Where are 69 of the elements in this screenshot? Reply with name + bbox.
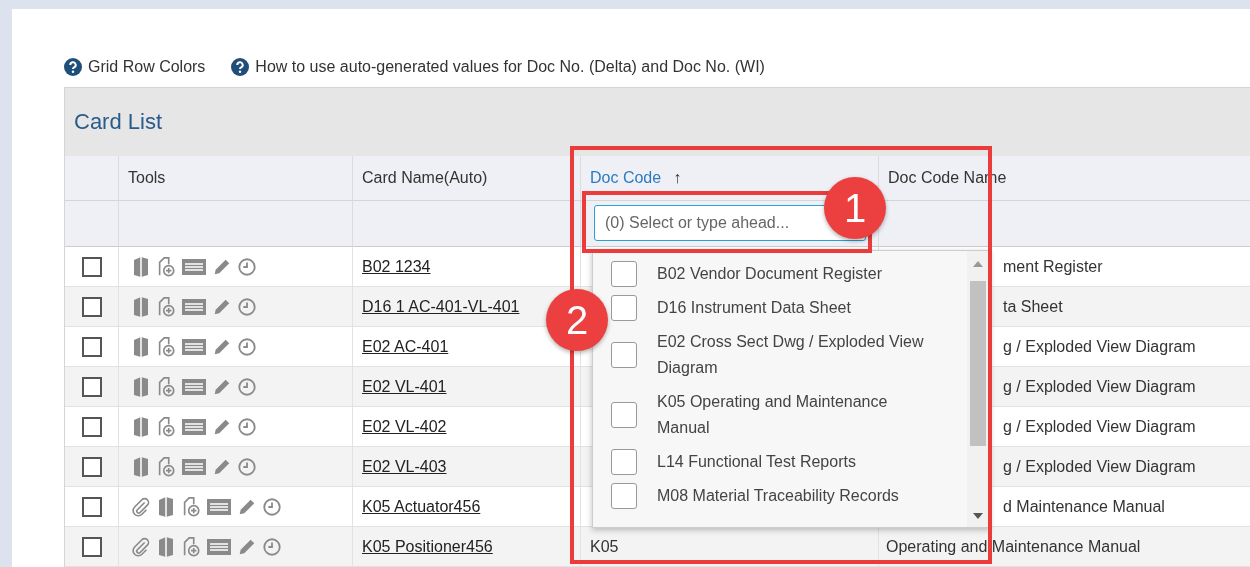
- table-cell: Operating and Maintenance Manual: [879, 527, 1250, 567]
- panel-title: Card List: [74, 109, 163, 135]
- help-icon[interactable]: [64, 58, 82, 76]
- row-checkbox[interactable]: [81, 536, 102, 557]
- document-add-icon[interactable]: [181, 535, 201, 558]
- card-name-link[interactable]: K05 Actuator456: [362, 497, 481, 516]
- book-icon[interactable]: [131, 295, 151, 318]
- book-icon[interactable]: [131, 375, 151, 398]
- dropdown-option[interactable]: L14 Functional Test Reports: [611, 445, 967, 479]
- card-name-link[interactable]: E02 VL-402: [362, 417, 447, 436]
- clock-icon[interactable]: [237, 415, 257, 438]
- column-header[interactable]: Card Name(Auto): [353, 156, 581, 201]
- document-add-icon[interactable]: [156, 375, 176, 398]
- document-add-icon[interactable]: [156, 255, 176, 278]
- document-add-icon[interactable]: [156, 335, 176, 358]
- option-checkbox[interactable]: [611, 342, 637, 368]
- row-checkbox[interactable]: [81, 376, 102, 397]
- option-checkbox[interactable]: [611, 261, 637, 287]
- dropdown-option[interactable]: E02 Cross Sect Dwg / Exploded View Diagram: [611, 325, 967, 385]
- row-checkbox[interactable]: [81, 336, 102, 357]
- dropdown-option[interactable]: B02 Vendor Document Register: [611, 257, 967, 291]
- row-checkbox[interactable]: [81, 256, 102, 277]
- row-checkbox[interactable]: [81, 456, 102, 477]
- clock-icon[interactable]: [237, 375, 257, 398]
- option-label: L14 Functional Test Reports: [657, 452, 856, 472]
- row-checkbox[interactable]: [81, 416, 102, 437]
- help-icon[interactable]: [231, 58, 250, 76]
- card-name-link[interactable]: E02 VL-403: [362, 457, 447, 476]
- clock-icon[interactable]: [237, 455, 257, 478]
- option-label: M08 Material Traceability Records: [657, 486, 899, 506]
- clock-icon[interactable]: [237, 295, 257, 318]
- option-label: E02 Cross Sect Dwg / Exploded View Diagram: [657, 332, 925, 378]
- clock-icon[interactable]: [262, 495, 282, 518]
- row-checkbox[interactable]: [81, 296, 102, 317]
- option-label: K05 Operating and Maintenance Manual: [657, 392, 889, 438]
- book-icon[interactable]: [131, 455, 151, 478]
- book-icon[interactable]: [156, 535, 176, 558]
- option-label: B02 Vendor Document Register: [657, 264, 882, 284]
- paperclip-icon[interactable]: [131, 535, 151, 558]
- document-add-icon[interactable]: [156, 455, 176, 478]
- dropdown-option[interactable]: K05 Operating and Maintenance Manual: [611, 385, 967, 445]
- dropdown-option[interactable]: M08 Material Traceability Records: [611, 479, 967, 513]
- book-icon[interactable]: [131, 415, 151, 438]
- card-name-link[interactable]: E02 VL-401: [362, 377, 447, 396]
- option-checkbox[interactable]: [611, 402, 637, 428]
- option-checkbox[interactable]: [611, 449, 637, 475]
- column-header[interactable]: Tools: [119, 156, 353, 201]
- clock-icon[interactable]: [237, 255, 257, 278]
- help-link[interactable]: Grid Row Colors: [88, 58, 206, 76]
- card-name-link[interactable]: B02 1234: [362, 257, 431, 276]
- book-icon[interactable]: [131, 255, 151, 278]
- book-icon[interactable]: [131, 335, 151, 358]
- paperclip-icon[interactable]: [131, 495, 151, 518]
- scrollbar[interactable]: [967, 251, 989, 527]
- card-name-link[interactable]: E02 AC-401: [362, 337, 449, 356]
- clock-icon[interactable]: [237, 335, 257, 358]
- clock-icon[interactable]: [262, 535, 282, 558]
- document-add-icon[interactable]: [156, 415, 176, 438]
- card-name-link[interactable]: D16 1 AC-401-VL-401: [362, 297, 520, 316]
- document-add-icon[interactable]: [181, 495, 201, 518]
- option-checkbox[interactable]: [611, 295, 637, 321]
- document-add-icon[interactable]: [156, 295, 176, 318]
- option-checkbox[interactable]: [611, 483, 637, 509]
- row-checkbox[interactable]: [81, 496, 102, 517]
- option-label: D16 Instrument Data Sheet: [657, 298, 851, 318]
- card-name-link[interactable]: K05 Positioner456: [362, 537, 493, 556]
- help-link[interactable]: How to use auto-generated values for Doc No. (Delta) and Doc No. (WI): [255, 58, 765, 76]
- dropdown-option[interactable]: D16 Instrument Data Sheet: [611, 291, 967, 325]
- book-icon[interactable]: [156, 495, 176, 518]
